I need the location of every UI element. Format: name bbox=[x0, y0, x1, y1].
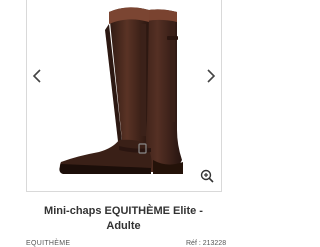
gallery-prev-button[interactable] bbox=[28, 66, 46, 86]
chevron-left-icon bbox=[32, 69, 41, 83]
product-title-line1: Mini-chaps EQUITHÈME Elite - bbox=[44, 205, 203, 217]
product-reference: Réf : 213228 bbox=[186, 240, 227, 247]
product-page: Mini-chaps EQUITHÈME Elite - Adulte EQUI… bbox=[0, 0, 247, 247]
product-image-boots bbox=[59, 7, 183, 174]
product-title: Mini-chaps EQUITHÈME Elite - Adulte bbox=[10, 204, 237, 234]
product-brand[interactable]: EQUITHÈME bbox=[26, 240, 70, 247]
gallery-next-button[interactable] bbox=[202, 66, 220, 86]
zoom-button[interactable] bbox=[198, 167, 216, 185]
chevron-right-icon bbox=[207, 69, 216, 83]
product-image-gallery[interactable] bbox=[26, 0, 222, 192]
zoom-in-icon bbox=[200, 169, 214, 183]
product-title-line2: Adulte bbox=[106, 220, 141, 232]
